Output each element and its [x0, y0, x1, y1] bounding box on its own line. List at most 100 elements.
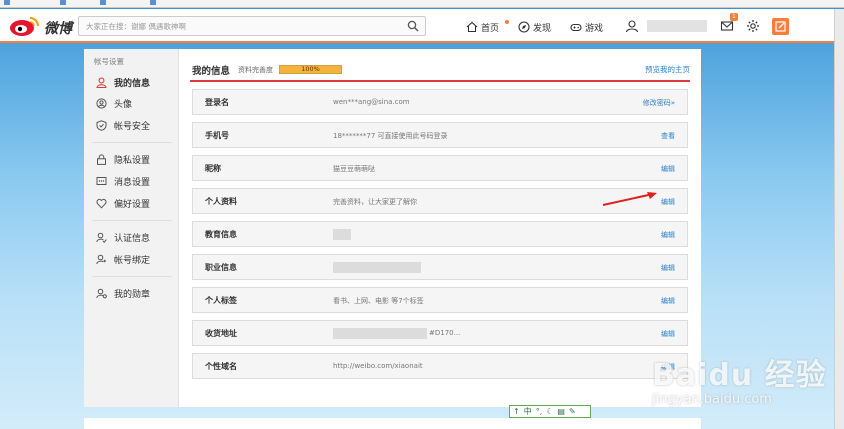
info-row-education: 教育信息 编辑 — [192, 221, 688, 247]
completeness-label: 资料完善度 — [238, 66, 273, 74]
row-value: 猫豆豆萌萌哒 — [333, 165, 375, 173]
ime-moon-icon[interactable]: ☾ — [546, 407, 553, 416]
edit-profile-link[interactable]: 编辑 — [661, 197, 675, 207]
search-box — [78, 16, 426, 36]
ime-toolbar[interactable]: ↑ 中 °, ☾ ▤ ✎ — [509, 405, 591, 418]
settings-card: 帐号设置 我的信息 头像 帐号安全 隐私设置 消息设置 偏好设置 认证信息 帐号… — [84, 49, 701, 407]
sidebar-item-label: 头像 — [114, 99, 133, 110]
edit-domain-link[interactable]: 编辑 — [661, 362, 675, 372]
lock-icon — [97, 153, 106, 165]
bookmark-item[interactable] — [100, 0, 108, 6]
user-name-blurred[interactable] — [647, 20, 707, 32]
edit-address-link[interactable]: 编辑 — [661, 329, 675, 339]
row-value: 18*******77 可直接使用此号码登录 — [333, 132, 448, 140]
view-phone-link[interactable]: 查看 — [661, 131, 675, 141]
row-label: 昵称 — [205, 164, 221, 173]
title-underline — [190, 80, 690, 82]
sidebar-item-label: 隐私设置 — [114, 155, 151, 166]
sidebar-item-verification[interactable]: 认证信息 — [96, 230, 150, 244]
ime-mode[interactable]: 中 — [524, 406, 532, 417]
page-scrollbar[interactable] — [834, 9, 844, 429]
nav-home[interactable]: 首页 — [466, 19, 509, 35]
info-row-career: 职业信息 编辑 — [192, 254, 688, 280]
nav-home-label: 首页 — [481, 23, 500, 34]
sidebar-item-security[interactable]: 帐号安全 — [96, 118, 150, 132]
message-badge: 1 — [730, 13, 738, 21]
sidebar-item-label: 认证信息 — [114, 233, 151, 244]
info-row-tags: 个人标签 看书、上网、电影 等7个标签 编辑 — [192, 287, 688, 313]
info-row-phone: 手机号 18*******77 可直接使用此号码登录 查看 — [192, 122, 688, 148]
edit-career-link[interactable]: 编辑 — [661, 263, 675, 273]
browser-bookmark-bar — [0, 0, 844, 8]
sidebar-item-medal[interactable]: 我的勋章 — [96, 286, 150, 300]
settings-sidebar: 帐号设置 我的信息 头像 帐号安全 隐私设置 消息设置 偏好设置 认证信息 帐号… — [84, 49, 179, 407]
sidebar-item-label: 我的信息 — [114, 78, 151, 89]
row-value: http://weibo.com/xiaonait — [333, 362, 423, 370]
sidebar-item-privacy[interactable]: 隐私设置 — [96, 152, 150, 166]
bookmark-item[interactable] — [4, 0, 12, 6]
ime-logo-icon: ↑ — [513, 407, 520, 416]
ime-punctuation[interactable]: °, — [536, 407, 543, 416]
search-input[interactable] — [79, 17, 399, 35]
search-icon[interactable] — [407, 20, 419, 32]
info-row-shipping-address: 收货地址 #D170... 编辑 — [192, 320, 688, 346]
bookmark-item[interactable] — [60, 0, 68, 6]
mail-icon[interactable] — [720, 19, 734, 33]
nav-game[interactable]: 游戏 — [570, 19, 603, 35]
row-label: 个性域名 — [205, 362, 237, 371]
sidebar-item-preference[interactable]: 偏好设置 — [96, 196, 150, 210]
medal-icon — [96, 288, 107, 298]
row-value: #D170... — [429, 329, 461, 337]
sidebar-item-avatar[interactable]: 头像 — [96, 96, 132, 110]
row-label: 教育信息 — [205, 230, 237, 239]
sidebar-divider — [92, 220, 172, 221]
nav-discover[interactable]: 发现 — [518, 19, 551, 35]
verify-icon — [96, 232, 107, 243]
top-header: 微博 首页 发现 游戏 — [0, 9, 844, 43]
logo-text: 微博 — [44, 21, 72, 37]
blurred-value — [333, 328, 427, 339]
edit-nickname-link[interactable]: 编辑 — [661, 164, 675, 174]
info-row-custom-domain: 个性域名 http://weibo.com/xiaonait 编辑 — [192, 353, 688, 379]
compose-button[interactable] — [772, 18, 789, 35]
sidebar-item-label: 帐号安全 — [114, 121, 151, 132]
weibo-logo[interactable]: 微博 — [8, 15, 72, 37]
blurred-value — [333, 262, 421, 273]
ime-keyboard-icon[interactable]: ▤ — [557, 407, 565, 416]
sidebar-item-binding[interactable]: 帐号绑定 — [96, 252, 150, 266]
ime-settings-icon[interactable]: ✎ — [569, 407, 576, 416]
bookmark-item[interactable] — [150, 0, 158, 6]
gear-icon[interactable] — [746, 19, 760, 33]
row-label: 手机号 — [205, 131, 229, 140]
sidebar-item-my-info[interactable]: 我的信息 — [96, 75, 150, 89]
nav-discover-label: 发现 — [533, 23, 552, 34]
sidebar-item-message[interactable]: 消息设置 — [96, 174, 150, 188]
row-value: 完善资料，让大家更了解你 — [333, 198, 417, 206]
compass-icon — [518, 21, 530, 33]
sidebar-heading: 帐号设置 — [94, 57, 124, 66]
row-value: 看书、上网、电影 等7个标签 — [333, 297, 424, 305]
sidebar-item-label: 帐号绑定 — [114, 255, 151, 266]
row-label: 收货地址 — [205, 329, 237, 338]
row-value: wen***ang@sina.com — [333, 98, 410, 106]
preview-homepage-link[interactable]: 预览我的主页 — [645, 64, 690, 75]
home-icon — [466, 21, 478, 33]
bind-icon — [96, 254, 106, 264]
my-info-panel: 我的信息 资料完善度 100% 预览我的主页 登录名 wen***ang@sin… — [190, 49, 690, 407]
sidebar-item-label: 我的勋章 — [114, 289, 151, 300]
nav-game-label: 游戏 — [585, 23, 604, 34]
completeness-progress-bar: 100% — [279, 65, 342, 74]
edit-tags-link[interactable]: 编辑 — [661, 296, 675, 306]
completeness-value: 100% — [301, 65, 320, 73]
page-title: 我的信息 — [192, 66, 231, 77]
sidebar-divider — [92, 142, 172, 143]
user-icon[interactable] — [625, 19, 639, 33]
avatar-icon — [96, 97, 107, 109]
row-label: 个人标签 — [205, 296, 237, 305]
change-password-link[interactable]: 修改密码» — [643, 98, 675, 108]
sidebar-item-label: 消息设置 — [114, 177, 151, 188]
edit-education-link[interactable]: 编辑 — [661, 230, 675, 240]
info-row-login-name: 登录名 wen***ang@sina.com 修改密码» — [192, 89, 688, 115]
message-icon — [96, 176, 107, 185]
next-card-edge — [84, 418, 701, 429]
